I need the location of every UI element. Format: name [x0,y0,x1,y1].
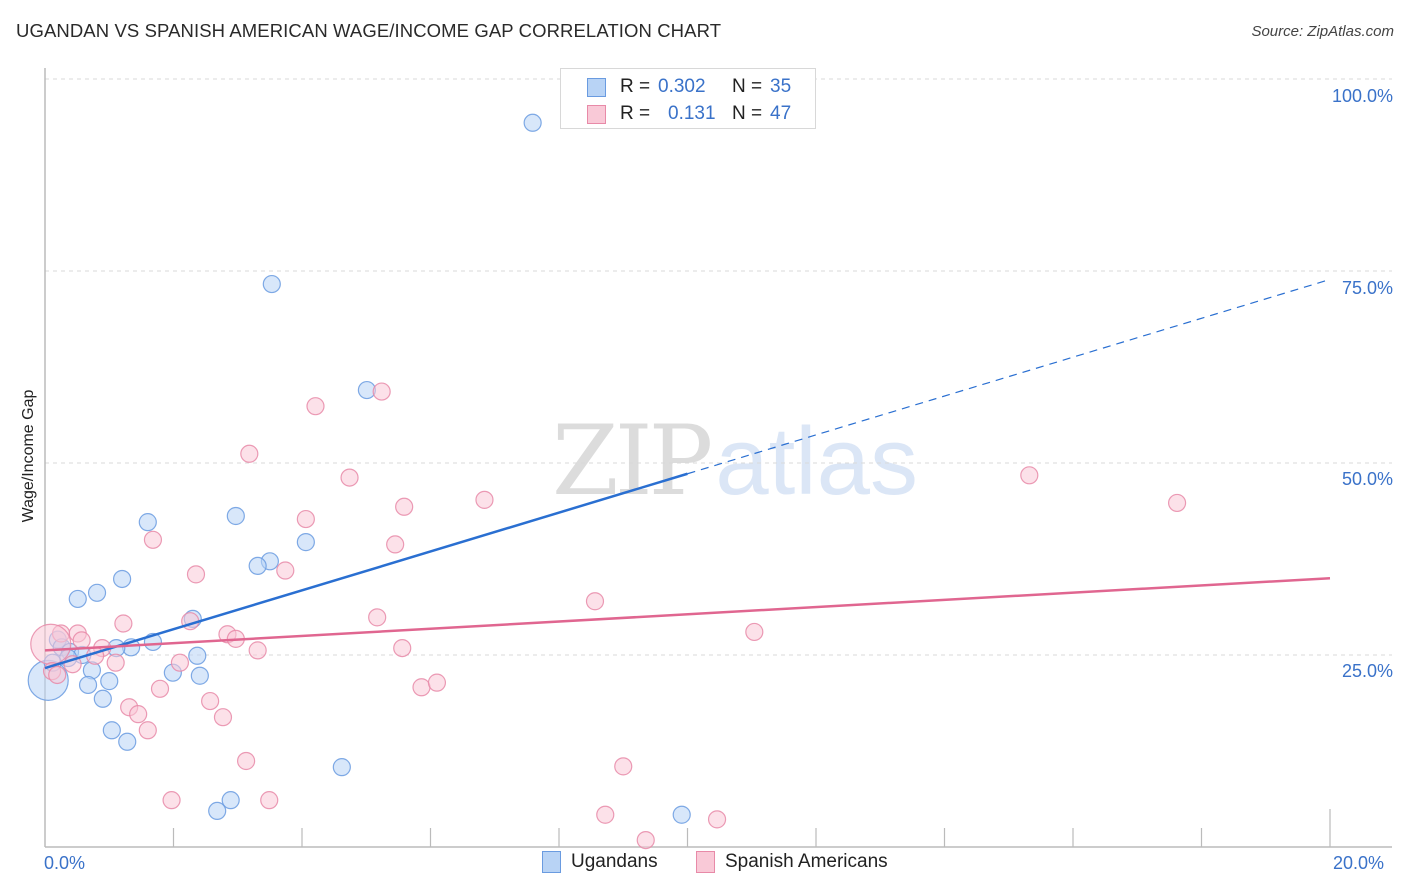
correlation-legend: R = 0.302 N = 35 R = 0.131 N = 47 [560,68,816,129]
trendline-extension-ugandans [687,278,1331,475]
n-value: 47 [770,103,792,124]
y-tick-label-100: 100.0% [1331,86,1393,106]
data-point [368,608,387,627]
data-point [523,113,542,132]
data-point [48,665,67,685]
data-point [248,556,267,576]
data-point [114,614,133,633]
data-point [386,535,405,554]
legend-row-ugandans: R = 0.302 N = 35 [587,75,791,99]
data-point [112,569,132,589]
ugandans-legend-swatch [542,851,561,873]
n-value: 35 [770,76,792,97]
data-point [118,732,137,751]
data-point [585,592,605,611]
data-point [427,673,447,692]
data-point [475,490,494,509]
data-point [102,721,121,740]
data-point [614,757,633,776]
data-points [27,113,1187,850]
y-tick-label-75: 75.0% [1341,278,1393,298]
legend-row-spanish-americans: R = 0.131 N = 47 [587,102,791,126]
data-point [72,631,91,650]
data-point [78,675,98,695]
data-point [1167,493,1187,513]
data-point [87,583,107,602]
series-legend: Ugandans Spanish Americans [0,851,1406,877]
r-label: R = [620,103,651,124]
legend-label-spanish-americans: Spanish Americans [725,851,888,872]
data-point [208,801,227,821]
y-axis-title: Wage/Income Gap [20,389,37,523]
r-value: 0.131 [668,103,716,124]
data-point [412,678,431,697]
data-point [201,691,220,711]
data-point [395,497,414,516]
data-point [106,653,125,672]
data-point [240,444,259,463]
data-point [306,397,325,416]
data-point [138,513,157,532]
data-point [237,751,256,771]
data-point [296,533,315,552]
data-point [332,758,351,777]
spanish-americans-swatch [587,104,606,124]
data-point [188,646,207,665]
r-value: 0.302 [658,76,706,97]
data-point [248,641,267,660]
series-spanish-americans [30,382,1187,850]
data-point [226,506,245,526]
data-point [393,638,412,658]
legend-item-ugandans[interactable]: Ugandans [542,851,658,873]
data-point [276,561,295,580]
scatter-plot [27,68,1392,850]
ugandans-swatch [587,77,606,97]
trendline-ugandans [44,472,688,670]
data-point [30,623,72,665]
y-tick-label-50: 50.0% [1341,469,1393,489]
n-label: N = [732,103,763,124]
data-point [260,791,279,810]
data-point [170,653,190,672]
data-point [372,382,391,401]
data-point [636,830,655,850]
spanish-americans-legend-swatch [696,851,715,873]
data-point [138,721,157,740]
trendline-spanish-americans [44,576,1331,652]
data-point [340,468,359,487]
legend-item-spanish-americans[interactable]: Spanish Americans [696,851,888,873]
data-point [93,689,112,708]
data-point [745,622,764,642]
data-point [143,530,163,549]
data-point [162,791,181,810]
y-tick-label-25: 25.0% [1341,661,1393,681]
r-label: R = [620,76,651,97]
data-point [262,274,281,294]
trend-lines [44,278,1331,670]
data-point [100,672,119,691]
data-point [186,565,206,584]
data-point [596,805,615,824]
data-point [1020,466,1039,485]
data-point [296,509,315,529]
data-point [672,805,691,824]
data-point [213,708,233,727]
legend-label-ugandans: Ugandans [571,851,658,872]
grid-lines [45,78,1392,656]
series-ugandans [27,113,691,824]
n-label: N = [732,76,763,97]
data-point [129,705,148,724]
data-point [68,589,87,609]
data-point [190,666,209,685]
data-point [150,679,170,698]
data-point [707,810,727,829]
